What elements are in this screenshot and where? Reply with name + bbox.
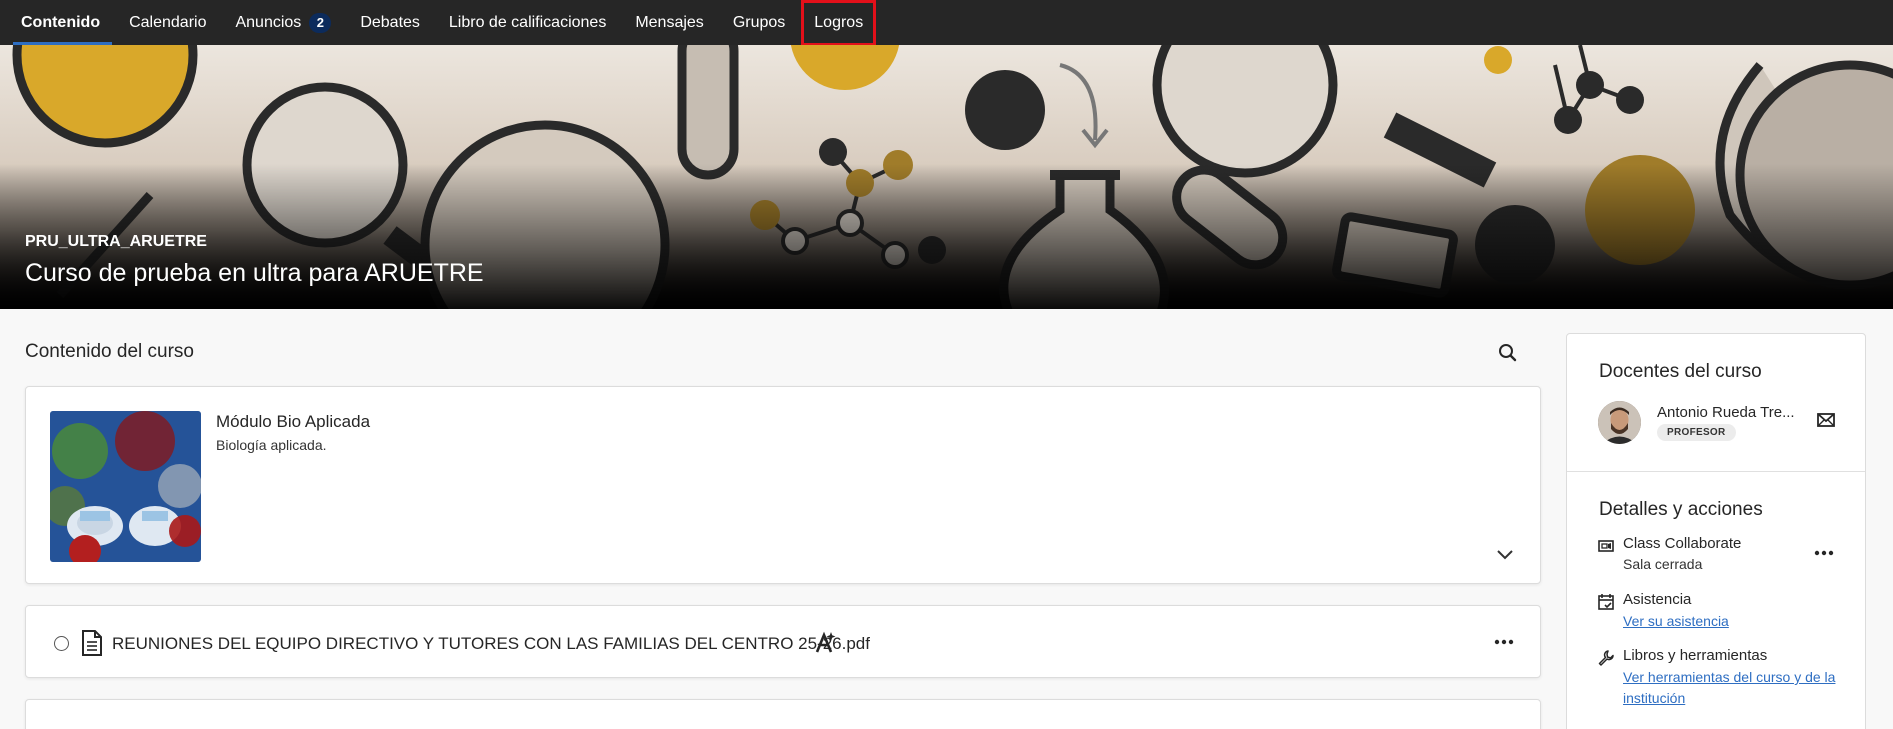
tab-label: Anuncios [235,13,302,31]
view-attendance-link[interactable]: Ver su asistencia [1623,611,1843,632]
class-collaborate-title[interactable]: Class Collaborate [1623,535,1741,552]
course-tab-bar: Contenido Calendario Anuncios 2 Debates L… [0,0,1893,46]
role-badge: PROFESOR [1657,424,1736,441]
module-description: Biología aplicada. [216,437,327,453]
more-dots-icon [1814,550,1834,556]
tab-libro-calificaciones[interactable]: Libro de calificaciones [437,0,618,45]
document-icon [82,630,102,656]
tab-label: Grupos [732,13,786,31]
avatar[interactable] [1598,401,1641,444]
attendance-icon [1598,594,1614,610]
tab-debates[interactable]: Debates [348,0,432,45]
module-card[interactable]: Módulo Bio Aplicada Biología aplicada. [25,386,1541,584]
instructor-name[interactable]: Antonio Rueda Tre... [1657,404,1795,421]
tab-calendario[interactable]: Calendario [117,0,218,45]
instructors-heading: Docentes del curso [1599,361,1762,382]
wrench-icon [1598,650,1614,666]
course-id: PRU_ULTRA_ARUETRE [25,233,207,250]
search-content-button[interactable] [1496,341,1520,365]
completion-radio[interactable] [54,636,69,651]
collaborate-options-button[interactable] [1812,544,1836,556]
search-icon [1499,344,1517,362]
ai-design-assistant-icon[interactable] [814,630,838,654]
course-banner: PRU_ULTRA_ARUETRE Curso de prueba en ult… [0,45,1893,309]
file-item-card[interactable]: REUNIONES DEL EQUIPO DIRECTIVO Y TUTORES… [25,605,1541,678]
tab-label: Libro de calificaciones [448,13,607,31]
file-name-link[interactable]: REUNIONES DEL EQUIPO DIRECTIVO Y TUTORES… [112,634,870,654]
view-tools-link[interactable]: Ver herramientas del curso y de la insti… [1623,667,1843,709]
tab-label: Contenido [21,13,101,31]
books-tools-title: Libros y herramientas [1623,647,1768,664]
divider [1567,471,1865,472]
chevron-down-icon [1497,550,1513,560]
tab-label: Debates [360,13,420,31]
mail-icon[interactable] [1817,413,1835,427]
unread-count-badge: 2 [309,12,332,33]
video-icon [1598,540,1614,552]
course-content-heading: Contenido del curso [25,341,194,362]
room-status: Sala cerrada [1623,556,1703,572]
attendance-title: Asistencia [1623,591,1692,608]
tab-anuncios[interactable]: Anuncios 2 [223,0,343,45]
tab-label: Logros [814,14,864,31]
course-sidebar: Docentes del curso Antonio Rueda Tre... … [1566,333,1866,729]
tab-mensajes[interactable]: Mensajes [623,0,715,45]
next-content-card [25,699,1541,729]
course-title: Curso de prueba en ultra para ARUETRE [25,259,484,287]
tab-label: Calendario [129,13,207,31]
more-dots-icon [1494,639,1514,645]
tab-contenido[interactable]: Contenido [9,0,113,45]
details-actions-heading: Detalles y acciones [1599,499,1763,520]
tab-grupos[interactable]: Grupos [721,0,797,45]
tab-logros[interactable]: Logros [801,0,877,46]
more-options-button[interactable] [1492,630,1516,654]
expand-module-button[interactable] [1494,543,1516,565]
module-title[interactable]: Módulo Bio Aplicada [216,412,370,432]
module-thumbnail [50,411,201,562]
tab-label: Mensajes [635,13,704,31]
